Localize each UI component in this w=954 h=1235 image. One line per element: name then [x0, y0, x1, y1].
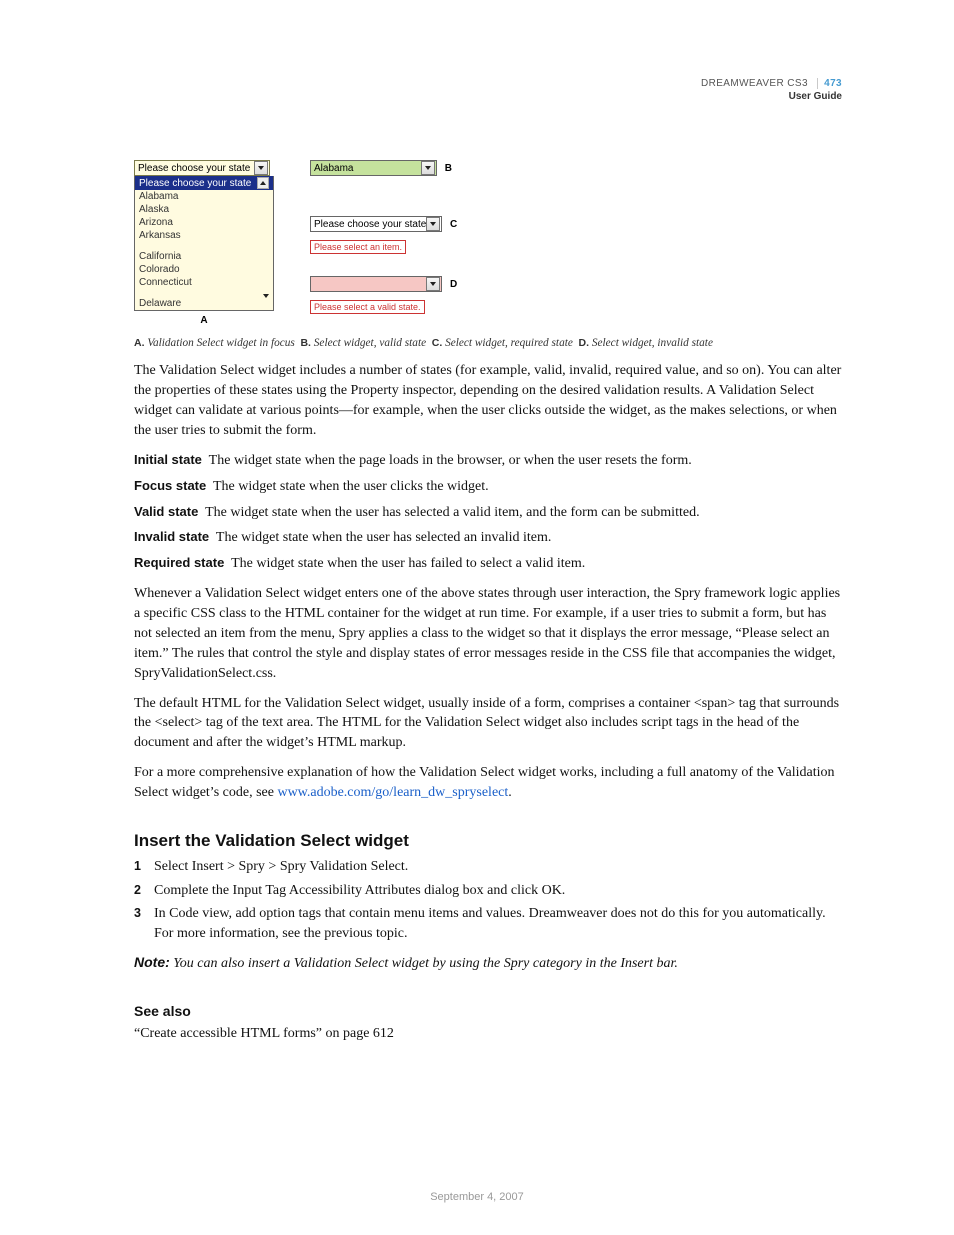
list-item[interactable]: Alaska	[135, 203, 273, 216]
definition: Required state The widget state when the…	[134, 554, 842, 574]
step-text: In Code view, add option tags that conta…	[154, 904, 842, 943]
step-text: Complete the Input Tag Accessibility Att…	[154, 881, 565, 901]
definition: Invalid state The widget state when the …	[134, 528, 842, 548]
definition: Initial state The widget state when the …	[134, 451, 842, 471]
caption-b-text: Select widget, valid state	[314, 337, 426, 349]
list-item-label: Delaware	[139, 298, 181, 309]
step: 3In Code view, add option tags that cont…	[134, 904, 842, 943]
definition: Valid state The widget state when the us…	[134, 503, 842, 523]
figure-validation-select-states: Please choose your state Please choose y…	[134, 160, 842, 326]
para4-post: .	[508, 785, 512, 800]
definition: Focus state The widget state when the us…	[134, 477, 842, 497]
term: Valid state	[134, 504, 198, 519]
term: Invalid state	[134, 529, 209, 544]
list-item[interactable]: Delaware	[135, 297, 273, 310]
note: Note: You can also insert a Validation S…	[134, 953, 842, 974]
step-text: Select Insert > Spry > Spry Validation S…	[154, 857, 408, 877]
figure-label-c: C	[450, 219, 457, 230]
select-c-required[interactable]: Please choose your state	[310, 216, 442, 232]
paragraph: For a more comprehensive explanation of …	[134, 763, 842, 803]
select-b-valid[interactable]: Alabama	[310, 160, 437, 176]
select-b-text: Alabama	[311, 163, 421, 174]
dropdown-arrow-icon[interactable]	[426, 277, 440, 291]
link-spryselect[interactable]: www.adobe.com/go/learn_dw_spryselect	[277, 785, 508, 800]
note-label: Note:	[134, 954, 170, 970]
figure-caption: A. Validation Select widget in focus B. …	[134, 336, 842, 351]
caption-c-label: C.	[432, 337, 443, 349]
step-number: 2	[134, 881, 146, 901]
figure-label-b: B	[445, 163, 452, 174]
paragraph: Whenever a Validation Select widget ente…	[134, 584, 842, 683]
term: Focus state	[134, 478, 206, 493]
select-d-invalid[interactable]	[310, 276, 442, 292]
list-item[interactable]: Arkansas	[135, 229, 273, 242]
definition-text: The widget state when the user has selec…	[205, 505, 700, 520]
list-item[interactable]: Colorado	[135, 263, 273, 276]
step: 1 Select Insert > Spry > Spry Validation …	[134, 857, 842, 877]
dropdown-arrow-icon[interactable]	[426, 217, 440, 231]
term: Required state	[134, 555, 224, 570]
figure-col-bcd: Alabama B Please choose your state C Ple…	[310, 160, 452, 314]
scroll-up-icon[interactable]	[257, 177, 269, 189]
step-number: 3	[134, 904, 146, 943]
list-item[interactable]: Arizona	[135, 216, 273, 229]
definition-text: The widget state when the user has faile…	[231, 556, 585, 571]
product-name: DREAMWEAVER CS3	[701, 78, 808, 89]
definition-text: The widget state when the page loads in …	[209, 453, 692, 468]
see-also-item: “Create accessible HTML forms” on page 6…	[134, 1024, 842, 1044]
select-a-top-text: Please choose your state	[135, 163, 254, 174]
steps-list: 1 Select Insert > Spry > Spry Validation …	[134, 857, 842, 943]
page-header: DREAMWEAVER CS3 473 User Guide	[701, 78, 842, 103]
list-item[interactable]: Alabama	[135, 190, 273, 203]
page: DREAMWEAVER CS3 473 User Guide Please ch…	[0, 0, 954, 1235]
guide-name: User Guide	[701, 91, 842, 104]
list-item-label: Please choose your state	[139, 178, 251, 189]
error-invalid: Please select a valid state.	[310, 300, 425, 314]
definition-text: The widget state when the user has selec…	[216, 530, 552, 545]
paragraph: The default HTML for the Validation Sele…	[134, 694, 842, 754]
footer-date: September 4, 2007	[0, 1191, 954, 1203]
dropdown-arrow-icon[interactable]	[254, 161, 268, 175]
scroll-down-icon[interactable]	[263, 298, 269, 309]
definition-text: The widget state when the user clicks th…	[213, 479, 489, 494]
step-number: 1	[134, 857, 146, 877]
error-required: Please select an item.	[310, 240, 406, 254]
caption-c-text: Select widget, required state	[445, 337, 573, 349]
list-item-selected[interactable]: Please choose your state	[135, 176, 273, 190]
caption-d-label: D.	[579, 337, 590, 349]
select-a-top[interactable]: Please choose your state	[134, 160, 270, 176]
heading-insert-widget: Insert the Validation Select widget	[134, 829, 842, 853]
note-text: You can also insert a Validation Select …	[173, 956, 678, 971]
body-text: The Validation Select widget includes a …	[134, 361, 842, 1044]
figure-label-d: D	[450, 279, 457, 290]
figure-label-a: A	[134, 315, 274, 326]
caption-d-text: Select widget, invalid state	[592, 337, 713, 349]
caption-b-label: B.	[300, 337, 311, 349]
term: Initial state	[134, 452, 202, 467]
caption-a-label: A.	[134, 337, 145, 349]
caption-a-text: Validation Select widget in focus	[147, 337, 294, 349]
step: 2 Complete the Input Tag Accessibility At…	[134, 881, 842, 901]
paragraph: The Validation Select widget includes a …	[134, 361, 842, 441]
page-number: 473	[817, 78, 842, 89]
list-item[interactable]: California	[135, 250, 273, 263]
heading-see-also: See also	[134, 1002, 842, 1022]
select-a-listbox[interactable]: Please choose your state Alabama Alaska …	[134, 176, 274, 311]
list-item[interactable]: Connecticut	[135, 276, 273, 289]
figure-col-a: Please choose your state Please choose y…	[134, 160, 274, 326]
dropdown-arrow-icon[interactable]	[421, 161, 435, 175]
select-c-text: Please choose your state	[311, 219, 426, 230]
